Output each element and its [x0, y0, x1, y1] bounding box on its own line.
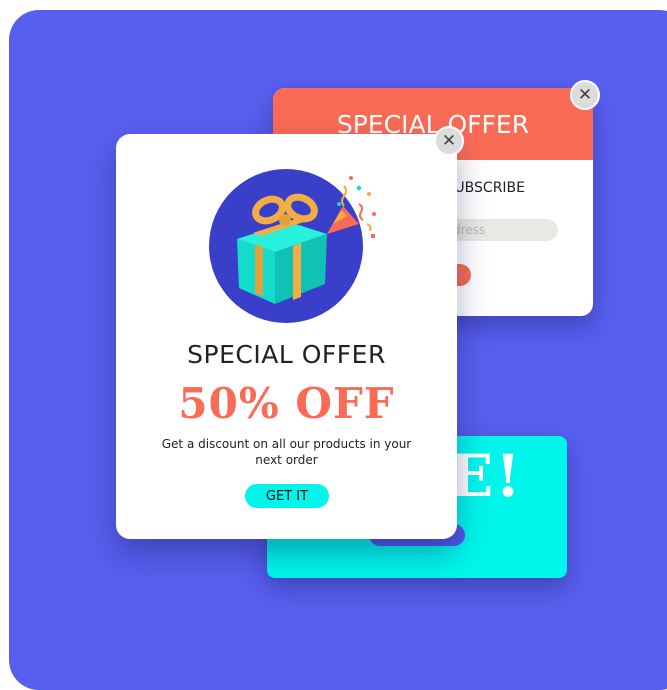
close-icon[interactable]: ✕: [570, 80, 600, 110]
discount-headline: 50% OFF: [178, 379, 395, 428]
cyan-popup-headline: E!: [449, 442, 523, 510]
special-offer-popup: SPECIAL OFFER 50% OFF Get a discount on …: [116, 134, 457, 539]
get-it-button[interactable]: GET IT: [245, 484, 329, 508]
popup-description: Get a discount on all our products in yo…: [161, 437, 412, 467]
popup-title: SPECIAL OFFER: [187, 340, 386, 369]
close-icon[interactable]: ✕: [434, 126, 464, 156]
email-input[interactable]: [443, 219, 558, 241]
gift-box-icon: [209, 164, 384, 329]
